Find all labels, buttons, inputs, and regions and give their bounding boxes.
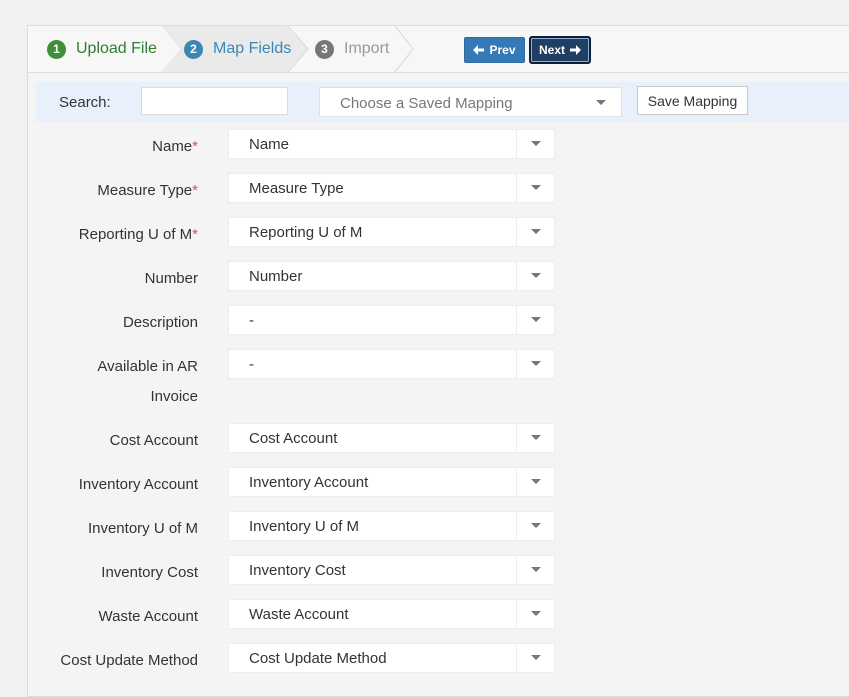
field-select-inventory-uom[interactable]: Inventory U of M <box>228 511 555 541</box>
step-upload-file[interactable]: 1 Upload File <box>47 26 157 72</box>
prev-label: Prev <box>489 43 516 57</box>
field-label-waste-account: Waste Account <box>98 608 199 625</box>
field-label-name: Name* <box>152 138 198 155</box>
caret-down-icon <box>531 273 541 278</box>
field-label-cost-update-method: Cost Update Method <box>60 652 198 669</box>
search-bar: Search: Choose a Saved Mapping Save Mapp… <box>36 82 849 122</box>
field-select-inventory-account[interactable]: Inventory Account <box>228 467 555 497</box>
caret-down-icon <box>531 185 541 190</box>
caret-down-icon <box>531 611 541 616</box>
caret-down-icon <box>531 141 541 146</box>
step-number: 3 <box>315 39 334 59</box>
caret-down-icon <box>531 655 541 660</box>
field-label-available-in-ar: Available in AR Invoice <box>97 358 198 405</box>
field-label-reporting-uom: Reporting U of M* <box>78 226 198 243</box>
field-label-cost-account: Cost Account <box>109 432 198 449</box>
arrow-left-icon <box>473 45 485 55</box>
caret-down-icon <box>531 435 541 440</box>
field-label-number: Number <box>144 270 198 287</box>
field-label-inventory-uom: Inventory U of M <box>87 520 198 537</box>
next-button[interactable]: Next <box>529 36 591 64</box>
field-select-waste-account[interactable]: Waste Account <box>228 599 555 629</box>
caret-down-icon <box>531 361 541 366</box>
caret-down-icon <box>596 100 606 105</box>
search-input[interactable] <box>141 87 288 115</box>
field-select-name[interactable]: Name <box>228 129 555 159</box>
field-select-cost-account[interactable]: Cost Account <box>228 423 555 453</box>
import-wizard-panel: 1 Upload File 2 Map Fields 3 Import Prev <box>27 25 849 697</box>
field-label-inventory-account: Inventory Account <box>78 476 198 493</box>
step-number: 1 <box>47 39 66 59</box>
step-label: Map Fields <box>213 40 292 57</box>
field-select-available-in-ar[interactable]: - <box>228 349 555 379</box>
saved-mapping-select[interactable]: Choose a Saved Mapping <box>319 87 622 117</box>
caret-down-icon <box>531 567 541 572</box>
prev-button[interactable]: Prev <box>464 37 525 63</box>
caret-down-icon <box>531 523 541 528</box>
field-select-number[interactable]: Number <box>228 261 555 291</box>
field-label-inventory-cost: Inventory Cost <box>101 564 198 581</box>
field-select-cost-update-method[interactable]: Cost Update Method <box>228 643 555 673</box>
field-label-measure-type: Measure Type* <box>97 182 198 199</box>
field-select-description[interactable]: - <box>228 305 555 335</box>
step-label: Import <box>344 40 390 57</box>
step-number: 2 <box>184 39 203 59</box>
step-import[interactable]: 3 Import <box>315 26 389 72</box>
caret-down-icon <box>531 229 541 234</box>
saved-mapping-placeholder: Choose a Saved Mapping <box>340 95 513 112</box>
field-select-reporting-uom[interactable]: Reporting U of M <box>228 217 555 247</box>
search-label: Search: <box>59 94 111 111</box>
field-label-description: Description <box>122 314 198 331</box>
step-separator-icon <box>394 26 414 72</box>
step-map-fields[interactable]: 2 Map Fields <box>184 26 291 72</box>
field-select-inventory-cost[interactable]: Inventory Cost <box>228 555 555 585</box>
next-label: Next <box>538 43 565 57</box>
save-mapping-button[interactable]: Save Mapping <box>637 86 748 115</box>
step-label: Upload File <box>76 40 157 57</box>
arrow-right-icon <box>570 45 581 55</box>
wizard-steps: 1 Upload File 2 Map Fields 3 Import Prev <box>28 26 849 73</box>
caret-down-icon <box>531 479 541 484</box>
field-select-measure-type[interactable]: Measure Type <box>228 173 555 203</box>
step-separator-icon <box>287 26 309 72</box>
caret-down-icon <box>531 317 541 322</box>
